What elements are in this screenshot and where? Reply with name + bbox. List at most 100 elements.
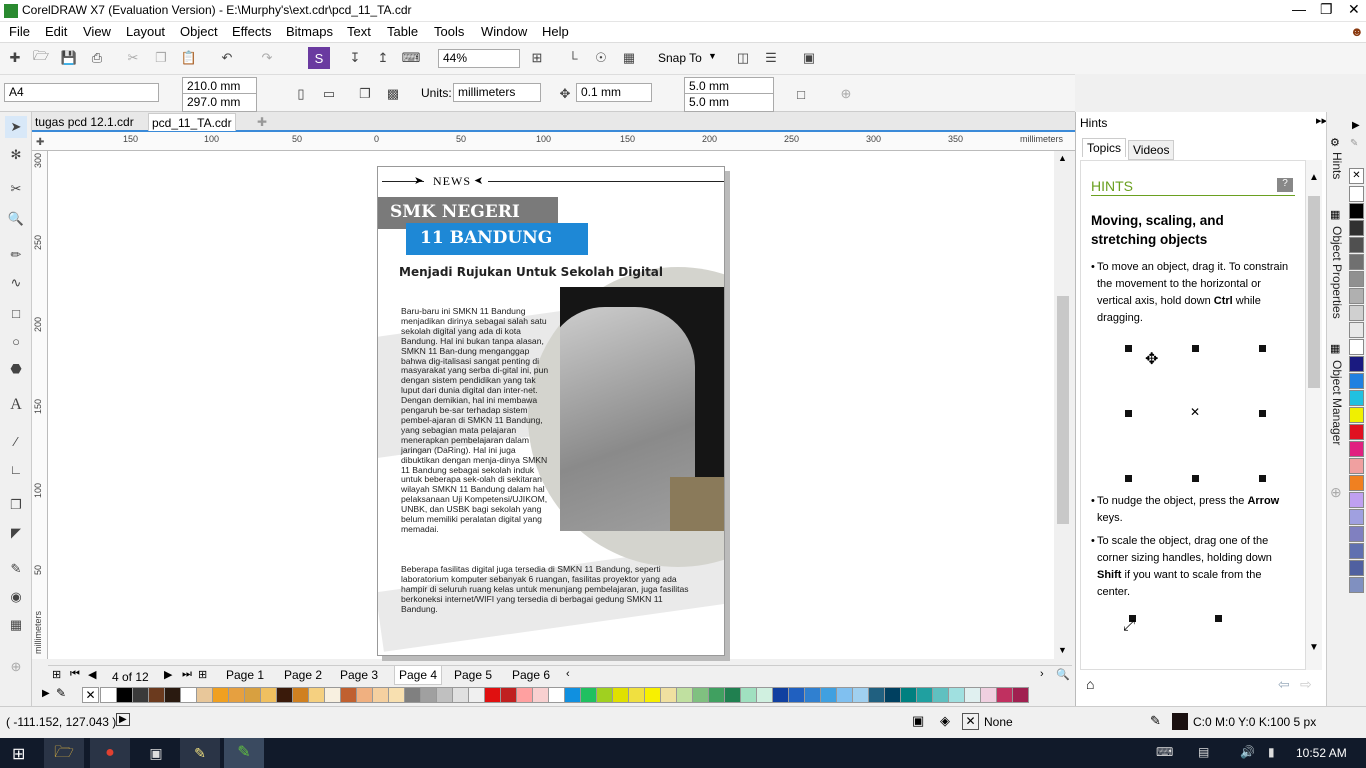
- nudge-input[interactable]: 0.1 mm: [576, 83, 652, 102]
- side-tab-object-properties[interactable]: Object Properties: [1330, 226, 1344, 319]
- page-tab-2[interactable]: Page 2: [284, 668, 322, 682]
- hints-home-icon[interactable]: ⌂: [1086, 676, 1094, 692]
- next-page-icon[interactable]: ▶: [164, 668, 172, 681]
- palette-pen-icon[interactable]: ✎: [1350, 138, 1358, 149]
- color-swatch[interactable]: [884, 687, 901, 703]
- drop-shadow-icon[interactable]: ❐: [5, 494, 27, 516]
- color-swatch[interactable]: [452, 687, 469, 703]
- text-tool-icon[interactable]: A: [5, 394, 27, 416]
- color-swatch[interactable]: [276, 687, 293, 703]
- page-height-input[interactable]: 297.0 mm: [182, 93, 257, 112]
- color-swatch[interactable]: [932, 687, 949, 703]
- color-swatch[interactable]: [612, 687, 629, 703]
- object-manager-tab-icon[interactable]: ▦: [1330, 342, 1340, 355]
- fill-bucket-icon[interactable]: ◈: [940, 713, 950, 729]
- vertical-scrollbar[interactable]: ▲ ▼: [1054, 151, 1072, 659]
- color-swatch[interactable]: [404, 687, 421, 703]
- color-swatch[interactable]: [180, 687, 197, 703]
- color-swatch[interactable]: [1349, 322, 1364, 338]
- add-docker-icon[interactable]: ⊕: [1330, 484, 1342, 501]
- color-swatch[interactable]: [1349, 254, 1364, 270]
- hints-tab-icon[interactable]: ⚙: [1330, 136, 1340, 149]
- color-swatch[interactable]: [1349, 305, 1364, 321]
- color-swatch[interactable]: [1349, 475, 1364, 491]
- page-size-select[interactable]: A4: [4, 83, 159, 102]
- menu-text[interactable]: Text: [347, 24, 371, 39]
- scroll-down-icon[interactable]: ▼: [1058, 645, 1067, 655]
- rulers-icon[interactable]: └: [562, 47, 584, 69]
- smart-fill-icon[interactable]: ▦: [5, 614, 27, 636]
- color-swatch[interactable]: [1349, 203, 1364, 219]
- color-swatch[interactable]: [644, 687, 661, 703]
- publish-pdf-icon[interactable]: ⌨: [400, 47, 422, 69]
- color-swatch[interactable]: [1349, 577, 1364, 593]
- artistic-media-icon[interactable]: ∿: [5, 272, 27, 294]
- page-tab-6[interactable]: Page 6: [512, 668, 550, 682]
- page-tab-1[interactable]: Page 1: [226, 668, 264, 682]
- color-swatch[interactable]: [996, 687, 1013, 703]
- coreldraw-taskbar-icon[interactable]: ✎: [224, 738, 264, 768]
- menu-edit[interactable]: Edit: [45, 24, 67, 39]
- color-swatch[interactable]: [372, 687, 389, 703]
- current-page-icon[interactable]: ▩: [382, 83, 404, 105]
- status-play-icon[interactable]: ▶: [116, 713, 130, 726]
- copy-icon[interactable]: ❐: [150, 47, 172, 69]
- menu-file[interactable]: File: [9, 24, 30, 39]
- add-toolbar-icon[interactable]: ⊕: [835, 83, 857, 105]
- color-swatch[interactable]: [132, 687, 149, 703]
- app-icon[interactable]: ▣: [136, 738, 176, 768]
- color-swatch[interactable]: [772, 687, 789, 703]
- hints-scroll-up-icon[interactable]: ▲: [1309, 172, 1319, 183]
- color-swatch[interactable]: [212, 687, 229, 703]
- volume-icon[interactable]: 🔊: [1240, 745, 1255, 759]
- color-swatch[interactable]: [116, 687, 133, 703]
- color-swatch[interactable]: [308, 687, 325, 703]
- color-swatch[interactable]: [292, 687, 309, 703]
- tab-topics[interactable]: Topics: [1082, 138, 1127, 157]
- parallel-dimension-icon[interactable]: ∕: [5, 430, 27, 452]
- color-swatch[interactable]: [1349, 390, 1364, 406]
- close-button[interactable]: ✕: [1348, 1, 1360, 18]
- document-page[interactable]: ➤ NEWS ➤ SMK NEGERI 11 BANDUNG Menjadi R…: [377, 166, 725, 656]
- page-tab-5[interactable]: Page 5: [454, 668, 492, 682]
- color-swatch[interactable]: [836, 687, 853, 703]
- snap-chevron-down-icon[interactable]: ▼: [708, 51, 717, 61]
- object-properties-tab-icon[interactable]: ▦: [1330, 208, 1340, 221]
- color-swatch[interactable]: [788, 687, 805, 703]
- application-launcher-icon[interactable]: ▣: [798, 47, 820, 69]
- color-swatch[interactable]: [916, 687, 933, 703]
- color-swatch[interactable]: [804, 687, 821, 703]
- all-pages-icon[interactable]: ❐: [354, 83, 376, 105]
- document-color-settings-icon[interactable]: ▣: [912, 713, 924, 729]
- color-swatch[interactable]: [1349, 356, 1364, 372]
- color-swatch[interactable]: [1349, 458, 1364, 474]
- menu-tools[interactable]: Tools: [434, 24, 464, 39]
- color-swatch[interactable]: [1349, 492, 1364, 508]
- color-swatch[interactable]: [1349, 237, 1364, 253]
- page-tab-3[interactable]: Page 3: [340, 668, 378, 682]
- transparency-icon[interactable]: ◤: [5, 522, 27, 544]
- file-explorer-icon[interactable]: 🗁: [44, 738, 84, 768]
- export-icon[interactable]: ↥: [372, 47, 394, 69]
- color-swatch[interactable]: [900, 687, 917, 703]
- color-swatch[interactable]: [228, 687, 245, 703]
- page-tab-4[interactable]: Page 4: [394, 666, 443, 685]
- zoom-navigator-icon[interactable]: 🔍: [1056, 668, 1070, 681]
- save-icon[interactable]: 💾: [58, 47, 80, 69]
- clock[interactable]: 10:52 AM: [1296, 746, 1347, 760]
- color-swatch[interactable]: [1349, 560, 1364, 576]
- color-swatch[interactable]: [756, 687, 773, 703]
- color-swatch[interactable]: [1349, 407, 1364, 423]
- color-swatch[interactable]: [580, 687, 597, 703]
- menu-window[interactable]: Window: [481, 24, 527, 39]
- color-swatch[interactable]: [1349, 220, 1364, 236]
- menu-effects[interactable]: Effects: [232, 24, 272, 39]
- color-swatch[interactable]: [340, 687, 357, 703]
- scroll-thumb[interactable]: [1057, 296, 1069, 524]
- color-swatch[interactable]: [564, 687, 581, 703]
- menu-view[interactable]: View: [83, 24, 111, 39]
- color-swatch[interactable]: [260, 687, 277, 703]
- drawing-canvas[interactable]: ➤ NEWS ➤ SMK NEGERI 11 BANDUNG Menjadi R…: [48, 151, 1054, 661]
- side-tab-object-manager[interactable]: Object Manager: [1330, 360, 1344, 445]
- search-content-icon[interactable]: S: [308, 47, 330, 69]
